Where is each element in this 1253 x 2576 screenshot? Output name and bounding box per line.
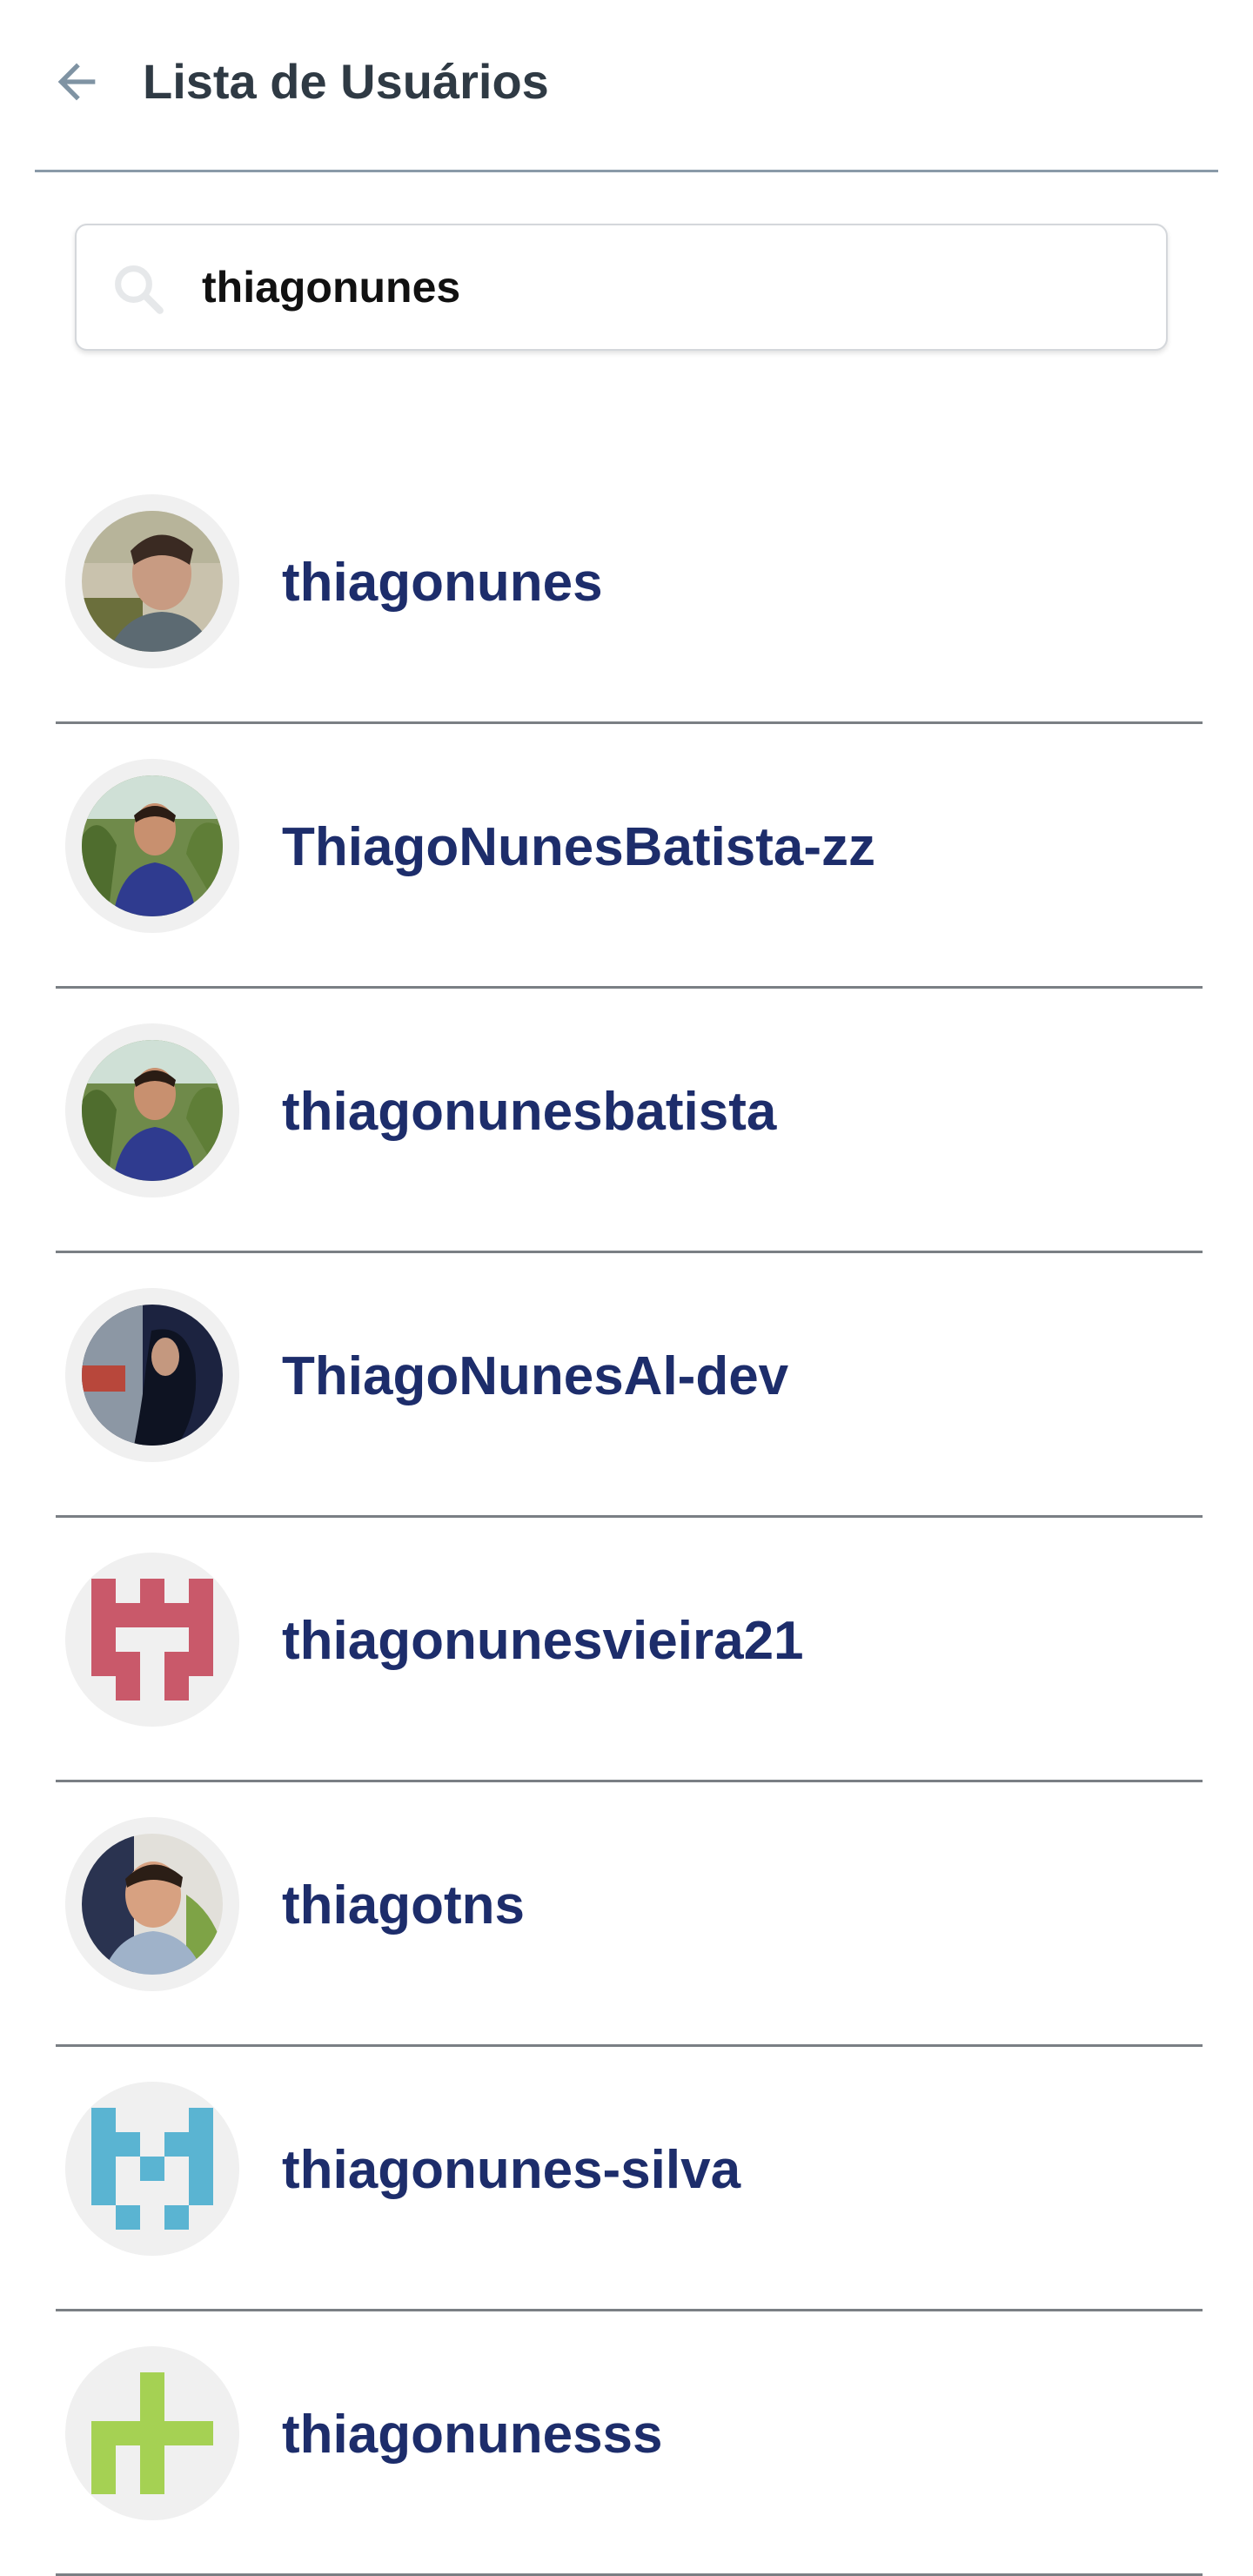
page-title: Lista de Usuários bbox=[143, 54, 549, 109]
username: thiagonunesvieira21 bbox=[282, 1611, 804, 1671]
user-list: thiagonunes ThiagoNunesBatista-zz thiago… bbox=[56, 460, 1203, 2576]
username: ThiagoNunesBatista-zz bbox=[282, 817, 876, 877]
identicon-green bbox=[91, 2372, 213, 2494]
username: thiagonunes bbox=[282, 553, 603, 613]
username: ThiagoNunesAl-dev bbox=[282, 1346, 789, 1406]
avatar bbox=[65, 2346, 239, 2520]
username: thiagonunes-silva bbox=[282, 2140, 741, 2200]
username: thiagotns bbox=[282, 1875, 525, 1935]
search-icon bbox=[115, 265, 164, 314]
avatar bbox=[65, 759, 239, 933]
avatar bbox=[65, 1817, 239, 1991]
photo-avatar bbox=[82, 1834, 223, 1975]
header-bar: Lista de Usuários bbox=[35, 0, 1218, 172]
list-item[interactable]: thiagonunes bbox=[56, 460, 1203, 724]
avatar bbox=[65, 1553, 239, 1727]
photo-avatar bbox=[82, 1040, 223, 1181]
photo-avatar bbox=[82, 511, 223, 652]
arrow-left-icon bbox=[57, 63, 96, 101]
list-item[interactable]: thiagonunesbatista bbox=[56, 989, 1203, 1253]
list-item[interactable]: thiagonunes-silva bbox=[56, 2047, 1203, 2311]
photo-avatar bbox=[82, 1305, 223, 1446]
avatar bbox=[65, 494, 239, 668]
identicon-blue bbox=[91, 2108, 213, 2230]
username: thiagonunesss bbox=[282, 2405, 663, 2465]
username: thiagonunesbatista bbox=[282, 1082, 777, 1142]
list-item[interactable]: ThiagoNunesAl-dev bbox=[56, 1253, 1203, 1518]
avatar bbox=[65, 2082, 239, 2256]
app-root: Lista de Usuários thiagonunes thiagonune… bbox=[0, 0, 1253, 2576]
avatar bbox=[65, 1288, 239, 1462]
search-box[interactable] bbox=[75, 224, 1168, 351]
back-button[interactable] bbox=[45, 50, 108, 113]
list-item[interactable]: thiagonunesvieira21 bbox=[56, 1518, 1203, 1782]
identicon-red bbox=[91, 1579, 213, 1701]
avatar bbox=[65, 1023, 239, 1197]
list-item[interactable]: thiagotns bbox=[56, 1782, 1203, 2047]
photo-avatar bbox=[82, 775, 223, 916]
list-item[interactable]: ThiagoNunesBatista-zz bbox=[56, 724, 1203, 989]
list-item[interactable]: thiagonunesss bbox=[56, 2311, 1203, 2576]
search-input[interactable] bbox=[202, 225, 1142, 349]
